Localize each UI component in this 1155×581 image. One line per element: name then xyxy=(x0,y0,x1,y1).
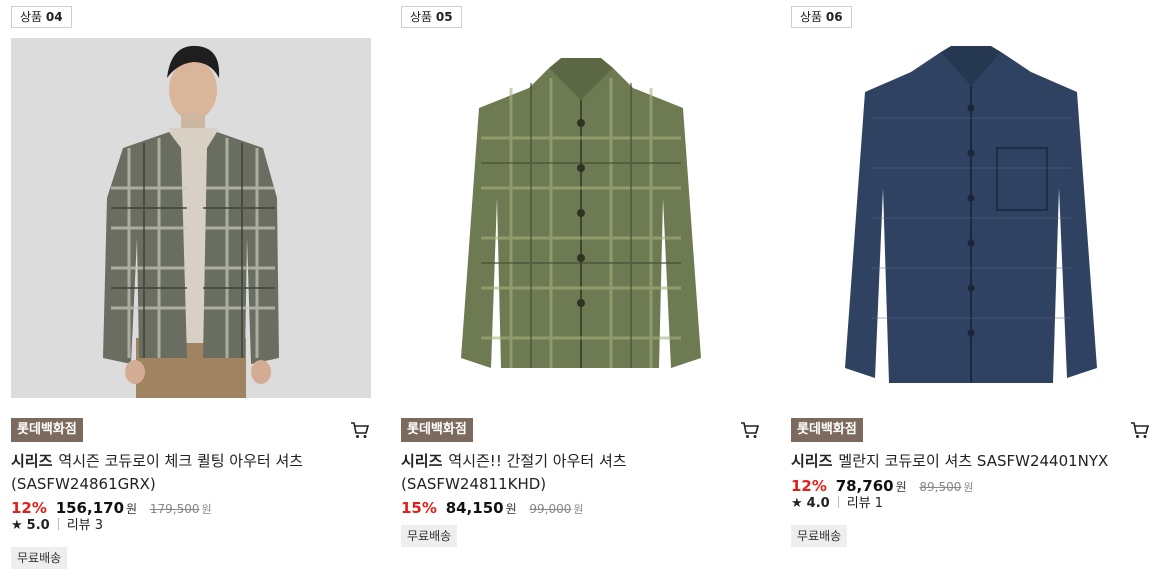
product-title[interactable]: 시리즈 멜란지 코듀로이 셔츠 SASFW24401NYX xyxy=(791,450,1131,473)
original-price-unit: 원 xyxy=(201,503,212,516)
product-image[interactable] xyxy=(401,38,761,398)
cart-icon[interactable] xyxy=(350,420,370,440)
discount-rate: 12% xyxy=(11,499,47,517)
product-name: 멜란지 코듀로이 셔츠 SASFW24401NYX xyxy=(838,452,1109,470)
price-unit: 원 xyxy=(505,502,517,516)
review-count[interactable]: 리뷰 3 xyxy=(67,518,103,533)
sale-price: 156,170 xyxy=(55,499,125,517)
product-grid: 상품 04 롯데백화점 시리즈 역시즌 코듀로이 체크 퀼팅 아우터 셔츠 (S… xyxy=(0,0,1155,581)
product-image[interactable] xyxy=(791,38,1151,398)
store-badge: 롯데백화점 xyxy=(401,418,473,442)
rating-score: 4.0 xyxy=(806,496,830,511)
product-brand: 시리즈 xyxy=(11,452,53,470)
price-unit: 원 xyxy=(895,480,907,494)
star-icon: ★ xyxy=(791,496,803,511)
review-count[interactable]: 리뷰 1 xyxy=(847,496,883,511)
product-image[interactable] xyxy=(11,38,371,398)
cart-icon[interactable] xyxy=(1130,420,1150,440)
product-title[interactable]: 시리즈 역시즌!! 간절기 아우터 셔츠 (SASFW24811KHD) xyxy=(401,450,741,496)
product-number-tag: 상품 05 xyxy=(401,6,462,28)
divider xyxy=(837,496,839,508)
cart-icon[interactable] xyxy=(740,420,760,440)
store-badge: 롯데백화점 xyxy=(791,418,863,442)
product-brand: 시리즈 xyxy=(401,452,443,470)
jacket-model-image xyxy=(11,38,371,398)
product-card[interactable]: 상품 04 롯데백화점 시리즈 역시즌 코듀로이 체크 퀼팅 아우터 셔츠 (S… xyxy=(11,0,373,581)
rating-row: ★ 5.0 리뷰 3 xyxy=(11,517,103,535)
product-brand: 시리즈 xyxy=(791,452,833,470)
product-number-tag: 상품 04 xyxy=(11,6,72,28)
free-shipping-badge: 무료배송 xyxy=(11,547,68,569)
rating-row: ★ 4.0 리뷰 1 xyxy=(791,495,883,513)
product-name: 역시즌 코듀로이 체크 퀼팅 아우터 셔츠 (SASFW24861GRX) xyxy=(11,452,304,493)
product-card[interactable]: 상품 05 롯데백화점 시리즈 역시즌!! 간절기 아우터 셔츠 (SASFW2… xyxy=(401,0,763,581)
product-card[interactable]: 상품 06 롯데백화점 시리즈 멜란지 코듀로이 셔츠 SASFW24401NY… xyxy=(791,0,1153,581)
navy-shirt-image xyxy=(791,38,1151,398)
product-number-tag: 상품 06 xyxy=(791,6,852,28)
sale-price: 78,760 xyxy=(835,477,894,495)
shirt-jacket-image xyxy=(401,38,761,398)
star-icon: ★ xyxy=(11,518,23,533)
discount-rate: 12% xyxy=(791,477,827,495)
original-price: 99,000 xyxy=(529,502,572,516)
discount-rate: 15% xyxy=(401,499,437,517)
sale-price: 84,150 xyxy=(445,499,504,517)
free-shipping-badge: 무료배송 xyxy=(791,525,848,547)
original-price: 179,500 xyxy=(149,502,200,516)
store-badge: 롯데백화점 xyxy=(11,418,83,442)
original-price-unit: 원 xyxy=(963,481,974,494)
free-shipping-badge: 무료배송 xyxy=(401,525,458,547)
divider xyxy=(57,518,59,530)
original-price: 89,500 xyxy=(919,480,962,494)
price-unit: 원 xyxy=(126,502,138,516)
original-price-unit: 원 xyxy=(573,503,584,516)
price-row: 15% 84,150 원 99,000 원 xyxy=(401,498,584,520)
rating-score: 5.0 xyxy=(26,518,50,533)
product-title[interactable]: 시리즈 역시즌 코듀로이 체크 퀼팅 아우터 셔츠 (SASFW24861GRX) xyxy=(11,450,351,496)
